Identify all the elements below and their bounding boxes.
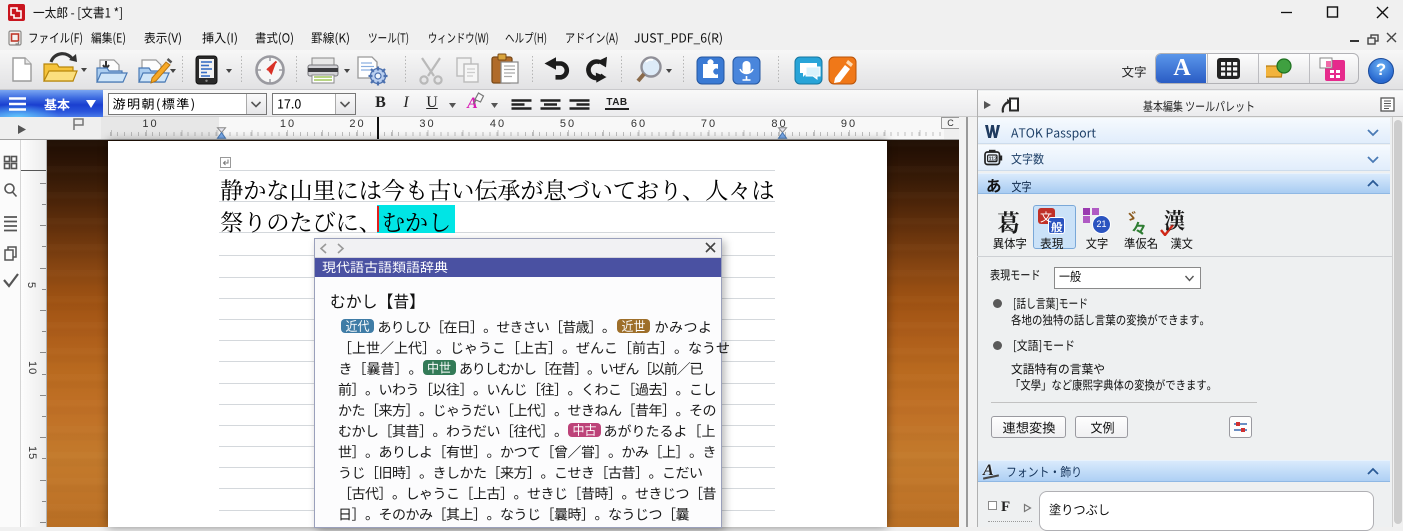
svg-text:112: 112: [989, 156, 997, 162]
